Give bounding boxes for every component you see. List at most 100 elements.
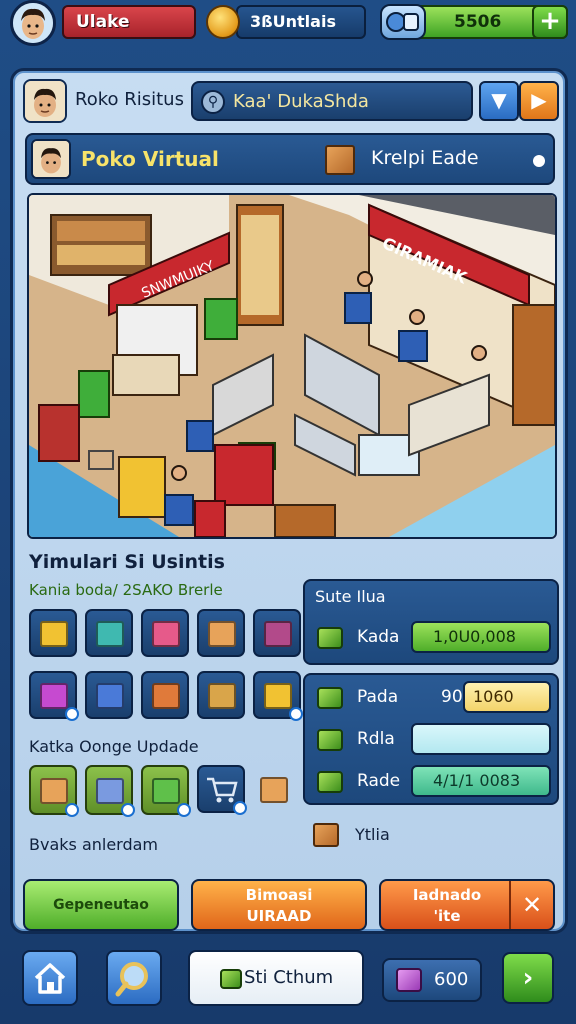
forward-button[interactable]: ▶ <box>519 81 559 121</box>
cash-glyph-icon <box>386 12 419 32</box>
stat-row-label: Pada <box>357 687 399 707</box>
leaf-icon <box>317 687 343 709</box>
upgrade-button[interactable]: Bimoasi UIRAAD <box>191 879 367 931</box>
shop-floor-illustration: SNWMUIKY GIRAMIAK <box>29 195 555 537</box>
upgrade-box-icon <box>96 778 124 804</box>
stat-row-label: Rdla <box>357 729 395 749</box>
top-hud: Ulake 3ßUntlais 5506 + <box>0 0 576 46</box>
upgrade-tile[interactable] <box>29 765 79 817</box>
stats-panel: Sute Ilua Kada 1,0U0,008 <box>303 579 559 665</box>
item-box-icon <box>40 683 68 709</box>
store-header: Poko Virtual Krelpi Eade <box>25 133 555 185</box>
magnifier-gear-icon <box>115 962 148 997</box>
item-tile[interactable] <box>197 671 245 719</box>
load-button[interactable]: Iadnado 'ite ✕ <box>379 879 555 931</box>
home-button[interactable] <box>22 950 78 1006</box>
item-box-icon <box>208 683 236 709</box>
gem-counter[interactable]: 600 <box>382 958 482 1002</box>
upgrade-bag-icon <box>152 778 180 804</box>
upgrade-tile[interactable] <box>85 765 135 817</box>
search-icon: ⚲ <box>201 90 225 114</box>
upgrade-button-label-top: Bimoasi <box>245 886 313 904</box>
item-tile[interactable] <box>29 671 79 721</box>
store-owner-face-icon <box>33 141 69 177</box>
status-dot-icon <box>533 155 545 167</box>
player-avatar[interactable] <box>10 0 56 46</box>
generate-button[interactable]: Gepeneutao <box>23 879 179 931</box>
player-face-icon <box>13 3 53 43</box>
chat-button[interactable]: Sti Cthum <box>188 950 364 1006</box>
stat-row-value <box>411 723 551 755</box>
dropdown-button[interactable]: ▼ <box>479 81 519 121</box>
badge-icon <box>65 707 79 721</box>
item-box-icon <box>40 621 68 647</box>
leaf-icon <box>317 729 343 751</box>
search-field[interactable]: ⚲ Kaa' DukaShda <box>191 81 473 121</box>
search-value: Kaa' DukaShda <box>233 91 369 112</box>
coin-counter: 3ßUntlais <box>236 5 366 39</box>
badge-icon <box>233 801 247 815</box>
badge-icon <box>177 803 191 817</box>
shop-scene[interactable]: SNWMUIKY GIRAMIAK <box>27 193 557 539</box>
home-icon <box>34 963 66 994</box>
item-box-icon <box>152 683 180 709</box>
owner-avatar[interactable] <box>23 79 67 123</box>
store-owner-avatar[interactable] <box>31 139 71 179</box>
cash-stack-icon <box>380 4 426 40</box>
upgrade-tile[interactable] <box>141 765 191 817</box>
stat-row-value: 1060 <box>463 681 551 713</box>
chat-leaf-icon <box>220 969 242 989</box>
item-tile[interactable] <box>141 671 189 719</box>
item-tile[interactable] <box>85 671 133 719</box>
cardboard-box-icon <box>260 777 288 803</box>
item-tile[interactable] <box>85 609 133 657</box>
settings-search-button[interactable] <box>106 950 162 1006</box>
store-name: Poko Virtual <box>81 147 219 171</box>
box-tile[interactable] <box>249 765 297 813</box>
stat-row-prefix: 90 <box>441 687 463 707</box>
upgrade-button-label-bottom: UIRAAD <box>246 907 312 925</box>
item-box-icon <box>264 683 292 709</box>
item-tile[interactable] <box>253 671 303 721</box>
stats-detail-panel: Pada 90 1060 Rdla Rade 4/1/1 0083 <box>303 673 559 805</box>
item-tile[interactable] <box>29 609 77 657</box>
item-box-icon <box>208 621 236 647</box>
crate-icon <box>325 145 355 175</box>
generate-button-label: Gepeneutao <box>53 897 149 913</box>
item-tile[interactable] <box>141 609 189 657</box>
inventory-footer-label: Bvaks anlerdam <box>29 835 159 854</box>
item-box-icon <box>264 621 292 647</box>
extra-label: Ytlia <box>355 825 390 844</box>
box-icon <box>313 823 339 847</box>
stat-row-value: 4/1/1 0083 <box>411 765 551 797</box>
owner-name: Roko Risitus <box>75 89 184 110</box>
badge-icon <box>65 803 79 817</box>
close-icon[interactable]: ✕ <box>509 881 553 929</box>
leaf-icon <box>317 627 343 649</box>
cart-tile[interactable] <box>197 765 247 815</box>
stat-value: 1,0U0,008 <box>411 621 551 653</box>
bottom-nav: Sti Cthum 600 › <box>0 940 576 1024</box>
stat-row-label: Rade <box>357 771 401 791</box>
chat-label: Sti Cthum <box>244 967 334 988</box>
inventory-title: Yimulari Si Usintis <box>29 551 225 573</box>
gem-icon <box>396 968 422 992</box>
stats-title: Sute Ilua <box>315 587 386 606</box>
upgrade-box-icon <box>40 778 68 804</box>
owner-face-icon <box>25 81 65 121</box>
player-name: Ulake <box>62 5 196 39</box>
item-box-icon <box>152 621 180 647</box>
badge-icon <box>121 803 135 817</box>
item-box-icon <box>96 683 124 709</box>
inventory-subtitle: Kania boda/ 2SAKO Brerle <box>29 581 223 599</box>
upgrade-title: Katka Oonge Updade <box>29 737 199 756</box>
next-button[interactable]: › <box>502 952 554 1004</box>
item-tile[interactable] <box>197 609 245 657</box>
leaf-icon <box>317 771 343 793</box>
add-cash-button[interactable]: + <box>532 5 568 39</box>
badge-icon <box>289 707 303 721</box>
stat-label: Kada <box>357 627 400 647</box>
gem-count-value: 600 <box>434 969 469 990</box>
item-box-icon <box>96 621 124 647</box>
item-tile[interactable] <box>253 609 301 657</box>
